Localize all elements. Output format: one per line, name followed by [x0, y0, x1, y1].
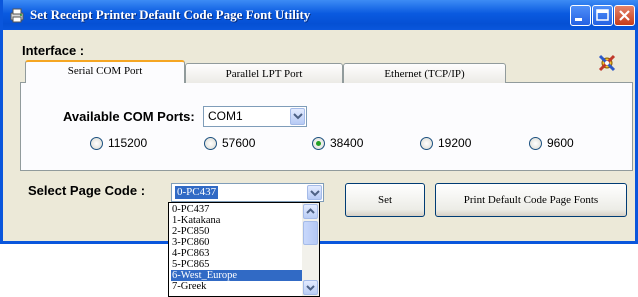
close-icon [619, 10, 630, 21]
window-title: Set Receipt Printer Default Code Page Fo… [30, 7, 311, 22]
list-item[interactable]: 5-PC865 [171, 259, 303, 270]
print-default-fonts-button[interactable]: Print Default Code Page Fonts [435, 183, 627, 217]
chevron-down-icon [306, 285, 315, 291]
list-item-highlighted[interactable]: 6-West_Europe [171, 270, 303, 281]
com-port-dropdown-button[interactable] [290, 108, 305, 125]
chevron-down-icon [293, 113, 303, 120]
page-code-select[interactable]: 0-PC437 [171, 183, 324, 202]
baud-label: 19200 [438, 136, 472, 150]
baud-label: 57600 [222, 136, 256, 150]
radio-circle[interactable] [529, 137, 542, 150]
list-item[interactable]: 7-Greek [171, 281, 303, 292]
page-code-dropdown-list[interactable]: 0-PC437 1-Katakana 2-PC850 3-PC860 4-PC8… [168, 202, 320, 297]
list-item[interactable]: 4-PC863 [171, 248, 303, 259]
scroll-thumb[interactable] [303, 221, 318, 245]
maximize-button[interactable] [592, 5, 613, 26]
page-code-label: Select Page Code : [28, 183, 146, 198]
baud-label: 115200 [108, 136, 148, 150]
minimize-icon [575, 18, 582, 21]
radio-circle[interactable] [204, 137, 217, 150]
interface-label: Interface : [22, 43, 85, 58]
list-scrollbar[interactable] [302, 203, 319, 296]
chevron-down-icon [310, 190, 320, 197]
tab-parallel-lpt-port[interactable]: Parallel LPT Port [185, 63, 343, 83]
settings-icon[interactable] [596, 52, 618, 74]
list-item[interactable]: 2-PC850 [171, 226, 303, 237]
minimize-button[interactable] [570, 5, 591, 26]
radio-circle-checked[interactable] [312, 137, 325, 150]
page-code-dropdown-button[interactable] [307, 185, 322, 200]
serial-tab-panel [20, 82, 633, 171]
com-port-select[interactable]: COM1 [203, 106, 307, 127]
maximize-icon [596, 9, 609, 21]
set-button[interactable]: Set [345, 183, 425, 217]
tab-serial-com-port[interactable]: Serial COM Port [25, 60, 185, 83]
title-bar[interactable]: Set Receipt Printer Default Code Page Fo… [3, 0, 638, 30]
list-item[interactable]: 3-PC860 [171, 237, 303, 248]
tab-ethernet-tcp-ip[interactable]: Ethernet (TCP/IP) [343, 63, 506, 83]
radio-circle[interactable] [420, 137, 433, 150]
baud-label: 38400 [330, 136, 364, 150]
close-button[interactable] [614, 5, 635, 26]
radio-circle[interactable] [90, 137, 103, 150]
scroll-up-button[interactable] [303, 204, 318, 219]
baud-label: 9600 [547, 136, 574, 150]
printer-icon [10, 8, 24, 23]
list-item[interactable]: 0-PC437 [171, 204, 303, 215]
scroll-down-button[interactable] [303, 280, 318, 295]
page-code-value: 0-PC437 [175, 186, 219, 199]
list-item[interactable]: 1-Katakana [171, 215, 303, 226]
chevron-up-icon [306, 208, 315, 214]
com-port-value: COM1 [208, 109, 243, 123]
com-ports-label: Available COM Ports: [63, 109, 195, 124]
